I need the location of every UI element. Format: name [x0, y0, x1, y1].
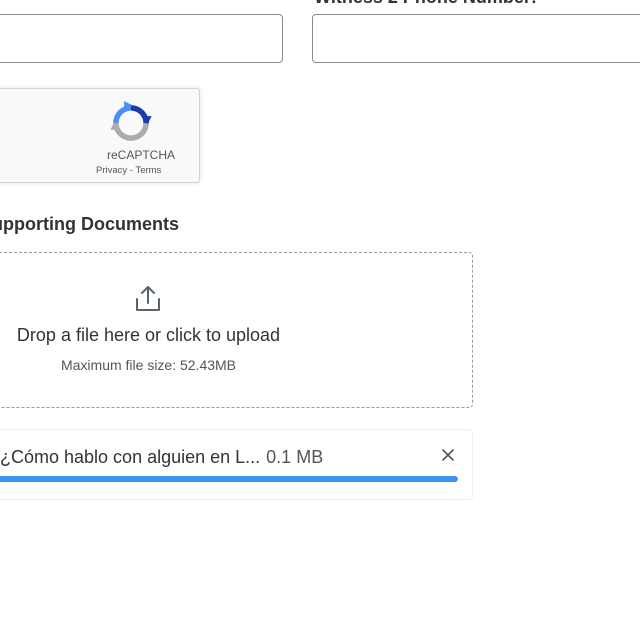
uploaded-file-card: ¿Cómo hablo con alguien en L... 0.1 MB [0, 429, 473, 500]
file-size: 0.1 MB [266, 447, 324, 467]
text-input-left[interactable] [0, 14, 283, 63]
recaptcha-links: Privacy - Terms [96, 165, 161, 176]
dropzone-title: Drop a file here or click to upload [16, 325, 281, 345]
file-name-row: ¿Cómo hablo con alguien en L... 0.1 MB [0, 447, 323, 468]
dropzone-subtitle: Maximum file size: 52.43MB [60, 357, 237, 373]
upload-progress-fill [0, 476, 458, 482]
supporting-documents-heading: Supporting Documents [0, 214, 179, 234]
recaptcha-widget: t reCAPTCHA Privacy - Terms [0, 88, 200, 183]
witness-phone-label: Witness 2 Phone Number: [314, 0, 537, 8]
recaptcha-terms-link[interactable]: Terms [135, 165, 161, 176]
close-icon[interactable] [439, 446, 457, 464]
recaptcha-logo-icon [110, 101, 152, 141]
recaptcha-privacy-link[interactable]: Privacy [96, 165, 127, 176]
recaptcha-brand: reCAPTCHA [107, 148, 176, 162]
upload-progress-bar [0, 476, 458, 482]
file-dropzone[interactable]: Drop a file here or click to upload Maxi… [0, 252, 473, 408]
witness-phone-input[interactable] [312, 14, 640, 63]
upload-icon [136, 286, 160, 311]
file-name: ¿Cómo hablo con alguien en L... [0, 447, 261, 467]
